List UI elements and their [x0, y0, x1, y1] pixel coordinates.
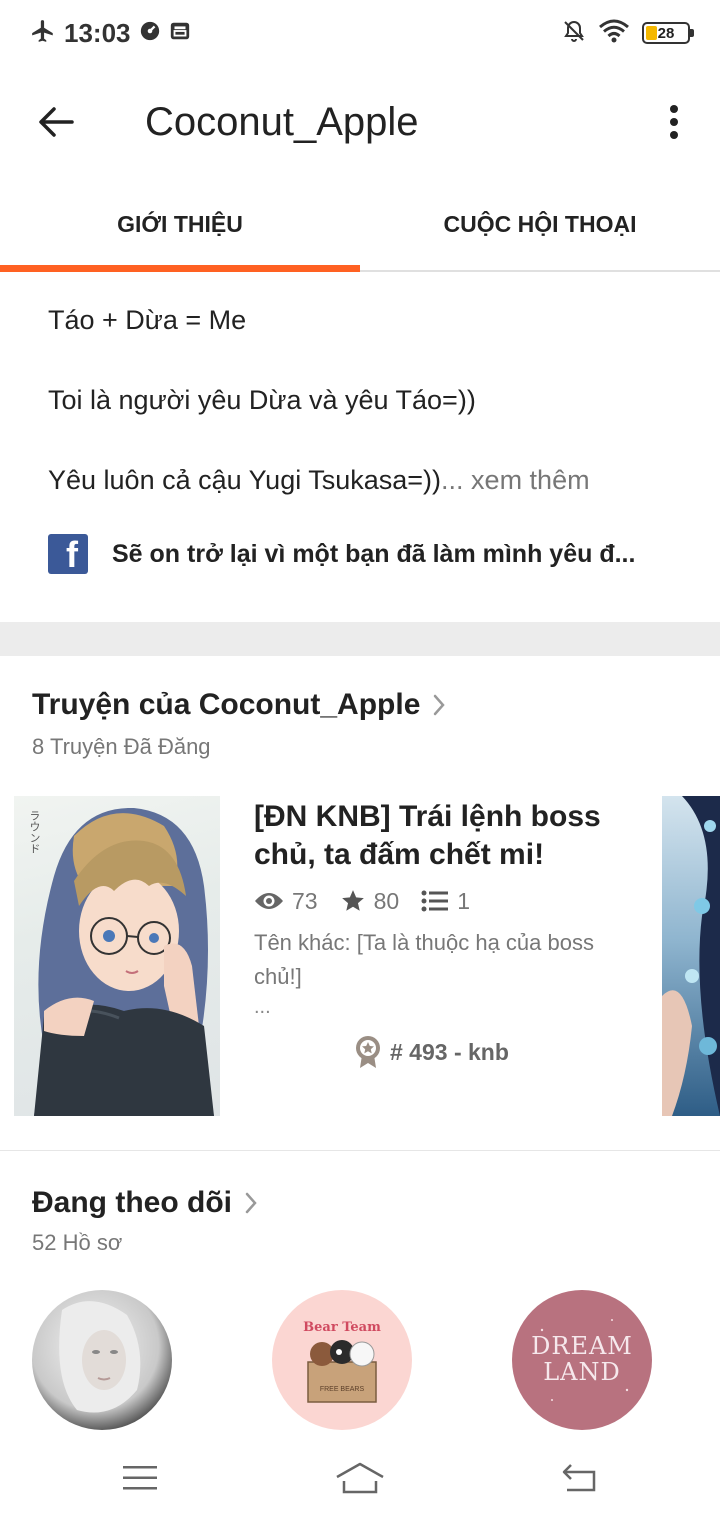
about-line: Toi là người yêu Dừa và yêu Táo=))	[48, 385, 476, 415]
back-nav-button[interactable]	[550, 1456, 610, 1500]
star-icon	[341, 890, 364, 911]
navigation-bar	[0, 1436, 720, 1520]
story-description-more: ...	[254, 996, 271, 1018]
about-line: Táo + Dừa = Me	[48, 305, 247, 335]
following-header[interactable]: Đang theo dõi	[32, 1186, 258, 1220]
section-divider	[0, 622, 720, 656]
wifi-icon	[598, 18, 630, 49]
chevron-right-icon	[245, 1192, 257, 1214]
avatar[interactable]	[32, 1290, 172, 1430]
story-rank-text: # 493 - knb	[390, 1038, 509, 1065]
rank-badge-icon	[356, 1036, 380, 1068]
story-cover-next[interactable]	[662, 796, 720, 1116]
avatar-text: DREAM	[531, 1332, 633, 1360]
about-line-last: Yêu luôn cả cậu Yugi Tsukasa=))... xem t…	[48, 460, 688, 500]
following-title: Đang theo dõi	[32, 1186, 232, 1219]
avatar[interactable]: Bear Team FREE BEARS	[272, 1290, 412, 1430]
status-bar: 13:03 28	[0, 0, 720, 66]
data-saver-icon	[139, 20, 161, 47]
story-cover[interactable]: ラウンド	[14, 796, 220, 1116]
back-nav-icon	[562, 1464, 596, 1492]
story-parts: 1	[457, 887, 470, 914]
stories-title: Truyện của Coconut_Apple	[32, 688, 421, 721]
notification-icon	[169, 20, 191, 47]
menu-icon	[123, 1466, 157, 1490]
arrow-left-icon	[39, 107, 74, 137]
facebook-icon: f	[48, 534, 88, 574]
about-section: Táo + Dừa = Me Toi là người yêu Dừa và y…	[48, 300, 688, 500]
avatar-subtext: LAND	[543, 1358, 621, 1386]
eye-icon	[255, 893, 283, 909]
airplane-icon	[30, 18, 56, 49]
facebook-link-text: Sẽ on trở lại vì một bạn đã làm mình yêu…	[112, 539, 636, 568]
list-icon	[421, 890, 449, 912]
chevron-right-icon	[434, 694, 446, 716]
tab-about[interactable]: GIỚI THIỆU	[0, 178, 360, 272]
story-title[interactable]: [ĐN KNB] Trái lệnh boss chủ, ta đấm chết…	[254, 798, 654, 874]
tab-bar: GIỚI THIỆU CUỘC HỘI THOẠI	[0, 178, 720, 272]
stories-count: 8 Truyện Đã Đăng	[32, 734, 211, 759]
story-votes: 80	[373, 887, 400, 914]
battery-icon: 28	[642, 22, 694, 44]
app-bar: Coconut_Apple	[0, 66, 720, 178]
cover-text: ラウンド	[28, 810, 41, 854]
page-title: Coconut_Apple	[145, 100, 419, 144]
avatar[interactable]: DREAM LAND	[512, 1290, 652, 1430]
mute-icon	[562, 18, 586, 49]
back-button[interactable]	[30, 96, 82, 148]
home-icon	[336, 1462, 384, 1494]
avatar-text: Bear Team	[303, 1320, 381, 1335]
more-options-button[interactable]	[654, 96, 694, 148]
avatar-subtext: FREE BEARS	[319, 1386, 365, 1393]
following-count: 52 Hồ sơ	[32, 1230, 123, 1255]
story-views: 73	[292, 887, 318, 914]
about-line-text: Yêu luôn cả cậu Yugi Tsukasa=))	[48, 465, 442, 495]
more-vertical-icon	[670, 105, 678, 139]
stories-header[interactable]: Truyện của Coconut_Apple	[32, 688, 446, 722]
section-separator	[0, 1150, 720, 1151]
tab-conversations[interactable]: CUỘC HỘI THOẠI	[360, 178, 720, 270]
see-more-link[interactable]: xem thêm	[464, 465, 590, 495]
status-time: 13:03	[64, 17, 131, 48]
story-stats: 73 80 1	[254, 884, 492, 918]
home-button[interactable]	[330, 1456, 390, 1500]
about-ellipsis: ...	[441, 465, 464, 495]
battery-level: 28	[657, 24, 675, 42]
menu-button[interactable]	[110, 1456, 170, 1500]
facebook-link[interactable]: f Sẽ on trở lại vì một bạn đã làm mình y…	[48, 534, 678, 574]
story-rank: # 493 - knb	[354, 1034, 509, 1070]
story-description: Tên khác: [Ta là thuộc hạ của boss chủ!]	[254, 930, 594, 989]
